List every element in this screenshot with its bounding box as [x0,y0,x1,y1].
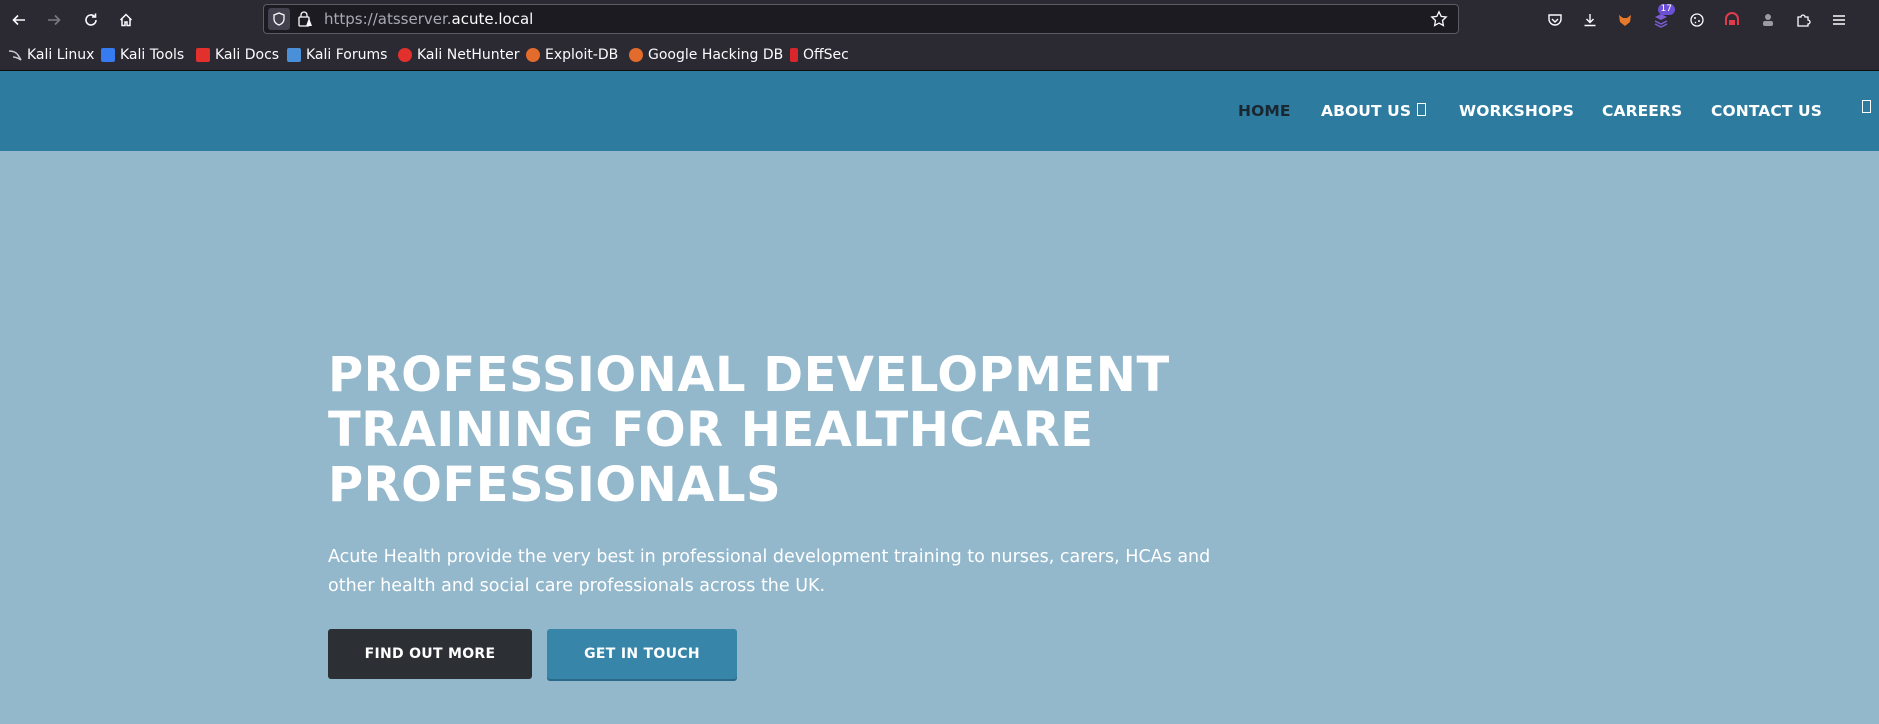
nethunter-icon [398,48,412,62]
bookmark-exploit-db[interactable]: Exploit-DB [526,46,618,64]
search-toggle-icon[interactable] [1862,100,1871,113]
extension-badge: 17 [1657,4,1675,15]
bookmark-kali-forums[interactable]: Kali Forums [287,46,387,64]
offsec-icon [790,48,798,62]
reload-icon [85,13,97,26]
back-arrow-icon [12,14,25,26]
dropdown-indicator-icon[interactable] [1417,103,1426,116]
bookmark-kali-nethunter[interactable]: Kali NetHunter [398,46,519,64]
hero-subtitle-line: other health and social care professiona… [328,576,826,596]
hero-title-line: PROFESSIONALS [328,457,782,513]
hero-subtitle-line: Acute Health provide the very best in pr… [328,547,1211,567]
foxyproxy-icon[interactable] [1611,6,1639,34]
pocket-icon[interactable] [1541,6,1569,34]
reload-button[interactable] [77,6,105,34]
nav-contact-us[interactable]: CONTACT US [1711,102,1822,120]
ghdb-icon [629,48,643,62]
bookmark-label: Kali Docs [215,47,280,63]
browser-toolbar: https://atsserver.acute.local 17 [0,0,1879,39]
extensions-puzzle-icon[interactable] [1789,6,1817,34]
bookmark-label: Exploit-DB [545,47,619,63]
site-header: HOME ABOUT US WORKSHOPS CAREERS CONTACT … [0,71,1879,151]
bookmark-label: Google Hacking DB [648,47,784,63]
bookmark-label: OffSec [803,47,849,63]
address-bar[interactable]: https://atsserver.acute.local [263,4,1459,34]
find-out-more-button[interactable]: FIND OUT MORE [328,629,532,679]
nav-careers[interactable]: CAREERS [1602,102,1682,120]
back-button[interactable] [5,6,33,34]
bookmark-offsec[interactable]: OffSec [790,46,849,64]
tracking-protection-icon[interactable] [268,8,290,30]
hero-subtitle: Acute Health provide the very best in pr… [328,543,1228,601]
nav-about-us[interactable]: ABOUT US [1321,102,1411,120]
extension-red-icon[interactable] [1718,6,1746,34]
downloads-icon[interactable] [1576,6,1604,34]
forward-arrow-icon [48,14,61,26]
url-text[interactable]: https://atsserver.acute.local [324,10,533,28]
extension-purple-icon[interactable]: 17 [1647,4,1675,34]
bookmark-label: Kali Tools [120,47,185,63]
exploit-db-icon [526,48,540,62]
url-domain: acute.local [451,10,534,28]
home-button[interactable] [112,6,140,34]
bookmarks-bar: Kali Linux Kali Tools Kali Docs Kali For… [0,39,1879,71]
hero-title-line: TRAINING FOR HEALTHCARE [328,402,1094,458]
bookmark-label: Kali Forums [306,47,388,63]
lock-warning-icon[interactable] [297,10,313,32]
nav-home[interactable]: HOME [1238,102,1291,120]
menu-icon[interactable] [1825,6,1853,34]
hero-title-line: PROFESSIONAL DEVELOPMENT [328,347,1170,403]
kali-tools-icon [101,48,115,62]
nav-workshops[interactable]: WORKSHOPS [1459,102,1574,120]
hero-title: PROFESSIONAL DEVELOPMENT TRAINING FOR HE… [328,348,1228,513]
extension-grey-icon[interactable] [1754,6,1782,34]
bookmark-kali-tools[interactable]: Kali Tools [101,46,184,64]
bookmark-kali-linux[interactable]: Kali Linux [8,46,94,64]
bookmark-kali-docs[interactable]: Kali Docs [196,46,279,64]
cookie-icon[interactable] [1683,6,1711,34]
kali-forums-icon [287,48,301,62]
kali-dragon-icon [8,48,22,62]
get-in-touch-button[interactable]: GET IN TOUCH [547,629,737,679]
bookmark-label: Kali NetHunter [417,47,520,63]
url-prefix: https://atsserver. [324,10,452,28]
forward-button[interactable] [40,6,68,34]
home-icon [119,13,133,27]
bookmark-google-hacking-db[interactable]: Google Hacking DB [629,46,783,64]
bookmark-label: Kali Linux [27,47,95,63]
kali-docs-icon [196,48,210,62]
bookmark-star-icon[interactable] [1430,10,1448,32]
